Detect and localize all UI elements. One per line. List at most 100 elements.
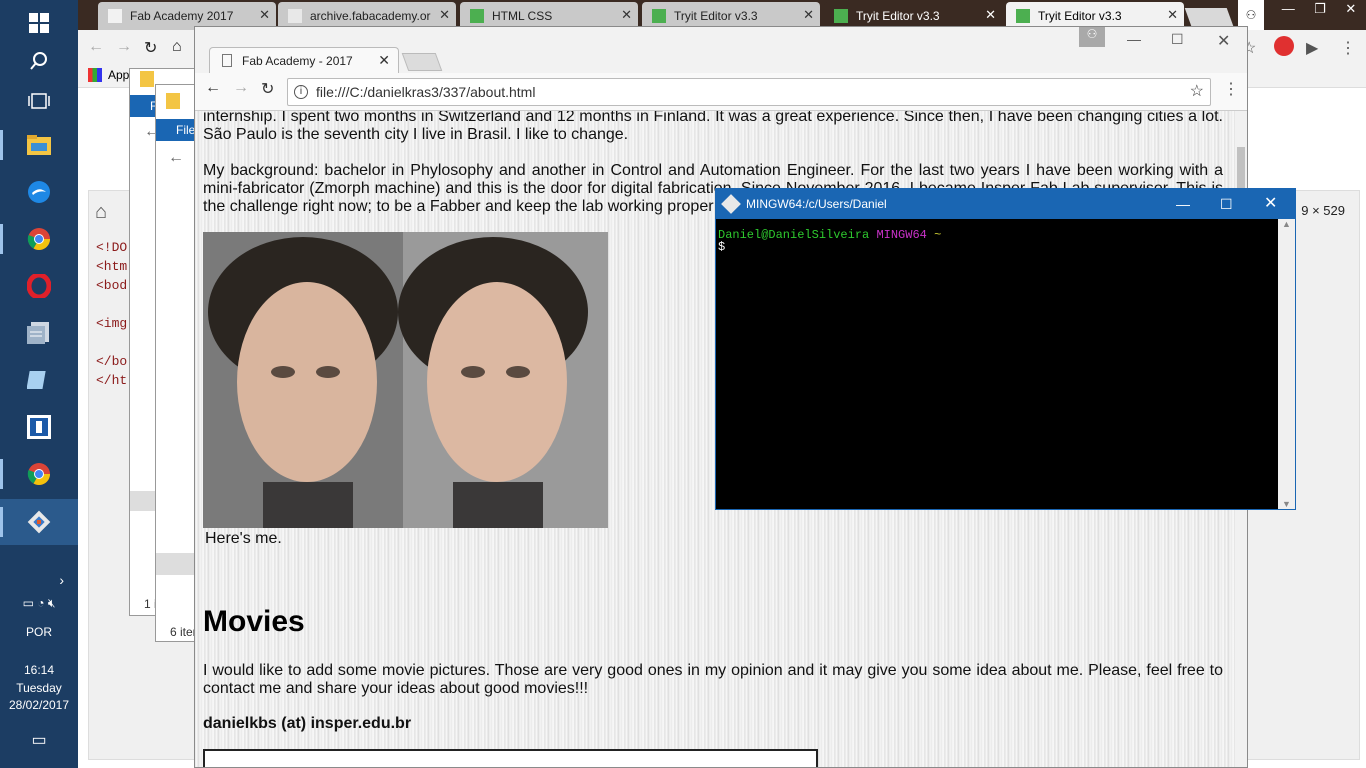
windows-icon	[29, 13, 49, 33]
task-view-button[interactable]	[0, 78, 78, 124]
terminal-output[interactable]: Daniel@DanielSilveira MINGW64 ~ $	[718, 229, 941, 253]
language-indicator[interactable]: POR	[0, 625, 78, 639]
git-window-title: MINGW64:/c/Users/Daniel	[746, 197, 887, 211]
volume-icon[interactable]: 🔇︎	[48, 596, 56, 610]
clock-date[interactable]: 28/02/2017	[0, 698, 78, 712]
extension-badge-icon[interactable]	[1274, 36, 1294, 56]
folder-icon	[166, 93, 180, 109]
contact-email: danielkbs (at) insper.edu.br	[203, 715, 412, 732]
intro-paragraph: internship. I spent two months in Switze…	[203, 111, 1223, 143]
forward-arrow-icon[interactable]: →	[116, 38, 132, 56]
front-toolbar: ← → ↻ i file:///C:/danielkras3/337/about…	[195, 73, 1247, 111]
taskbar-app-stack[interactable]	[0, 310, 78, 356]
close-tab-icon[interactable]: ✕	[259, 7, 270, 23]
maximize-icon[interactable]: ☐	[1171, 31, 1184, 48]
code-line: <htm	[96, 259, 128, 274]
close-tab-icon[interactable]: ✕	[1167, 7, 1178, 23]
git-bash-window[interactable]: MINGW64:/c/Users/Daniel — ☐ ✕ Daniel@Dan…	[715, 188, 1296, 510]
w3schools-icon	[470, 9, 484, 23]
new-tab-button[interactable]	[1184, 8, 1234, 26]
maximize-icon[interactable]: ☐	[1220, 189, 1233, 219]
apps-grid-icon[interactable]	[88, 68, 102, 82]
home-icon[interactable]: ⌂	[172, 38, 182, 56]
profile-photo	[203, 232, 608, 528]
menu-icon[interactable]: ⋮	[1340, 38, 1356, 58]
bracket-app-icon	[27, 415, 51, 439]
battery-icon[interactable]: ▭	[23, 596, 34, 610]
taskbar-chrome-2[interactable]	[0, 451, 78, 497]
code-editor-lines: <!DO <htm <bod <img </bo </ht	[96, 238, 127, 390]
page-icon	[288, 9, 302, 23]
menu-icon[interactable]: ⋮	[1223, 79, 1239, 99]
close-tab-icon[interactable]: ✕	[803, 7, 814, 23]
tray-icons[interactable]: ▭ ◔ 🔇︎	[0, 596, 78, 611]
taskbar: › ▭ ◔ 🔇︎ POR 16:14 Tuesday 28/02/2017 ▭	[0, 0, 78, 768]
scroll-up-icon[interactable]: ▲	[1282, 219, 1291, 229]
code-line: <!DO	[96, 240, 128, 255]
profile-icon[interactable]: ⚇	[1079, 27, 1105, 47]
reload-icon[interactable]: ↻	[144, 38, 157, 58]
taskbar-chrome[interactable]	[0, 216, 78, 262]
minimize-icon[interactable]: —	[1282, 0, 1295, 30]
git-icon	[721, 194, 741, 214]
taskbar-git-bash[interactable]	[0, 499, 78, 545]
explorer-window-front[interactable]: File ← 6 iter	[155, 84, 200, 642]
taskbar-file-explorer[interactable]	[0, 122, 78, 168]
apps-label[interactable]: App	[108, 68, 129, 82]
scroll-down-icon[interactable]: ▼	[1282, 499, 1291, 509]
url-text: file:///C:/danielkras3/337/about.html	[316, 84, 536, 100]
notification-center-icon[interactable]: ▭	[0, 730, 78, 750]
terminal-scrollbar[interactable]: ▲ ▼	[1278, 219, 1295, 509]
taskbar-edge-app[interactable]	[0, 169, 78, 215]
reload-icon[interactable]: ↻	[261, 79, 274, 99]
minimize-icon[interactable]: —	[1176, 189, 1190, 219]
wifi-icon[interactable]: ◔	[37, 596, 44, 610]
front-tab-active[interactable]: Fab Academy - 2017 ✕	[209, 47, 399, 73]
close-tab-icon[interactable]: ✕	[985, 7, 996, 23]
new-tab-button[interactable]	[401, 53, 443, 71]
w3schools-icon	[652, 9, 666, 23]
back-window-controls: — ❐ ✕	[1272, 0, 1366, 30]
chrome-icon	[27, 228, 50, 250]
home-icon[interactable]: ⌂	[95, 201, 107, 224]
code-line: <bod	[96, 278, 128, 293]
documents-icon	[27, 322, 49, 344]
code-line: <img	[96, 316, 128, 331]
prompt-path: ~	[934, 228, 942, 242]
play-extension-icon[interactable]: ▶	[1306, 38, 1318, 58]
taskbar-store[interactable]	[0, 404, 78, 450]
taskbar-notepad[interactable]	[0, 357, 78, 403]
back-arrow-icon[interactable]: ←	[88, 38, 104, 56]
address-bar[interactable]: i file:///C:/danielkras3/337/about.html …	[287, 78, 1211, 106]
git-title-bar[interactable]: MINGW64:/c/Users/Daniel — ☐ ✕	[716, 189, 1295, 219]
front-tab-bar: Fab Academy - 2017 ✕ ⚇ — ☐ ✕	[195, 27, 1247, 73]
page-icon	[222, 54, 232, 67]
close-icon[interactable]: ✕	[1217, 31, 1230, 51]
taskbar-opera[interactable]	[0, 263, 78, 309]
notepad-icon	[27, 371, 46, 389]
restore-icon[interactable]: ❐	[1314, 0, 1326, 30]
close-tab-icon[interactable]: ✕	[439, 7, 450, 23]
close-tab-icon[interactable]: ✕	[621, 7, 632, 23]
clock-time[interactable]: 16:14	[0, 663, 78, 677]
bookmark-star-icon[interactable]: ☆	[1190, 79, 1204, 105]
size-readout: 9 × 529	[1301, 203, 1345, 218]
movies-paragraph: I would like to add some movie pictures.…	[203, 662, 1223, 697]
show-hidden-icons[interactable]: ›	[0, 572, 78, 588]
close-tab-icon[interactable]: ✕	[378, 52, 390, 69]
close-icon[interactable]: ✕	[1345, 0, 1356, 30]
item-count: 6 iter	[170, 625, 197, 639]
clock-day[interactable]: Tuesday	[0, 681, 78, 695]
tab-title: Fab Academy - 2017	[242, 53, 353, 68]
folder-icon	[140, 71, 154, 87]
info-icon[interactable]: i	[294, 85, 308, 99]
forward-arrow-icon[interactable]: →	[233, 79, 249, 97]
close-icon[interactable]: ✕	[1264, 189, 1277, 219]
back-arrow-icon[interactable]: ←	[205, 79, 221, 97]
content-box	[203, 749, 818, 767]
minimize-icon[interactable]: —	[1127, 31, 1141, 47]
prompt-symbol: $	[718, 240, 726, 254]
back-arrow-icon[interactable]: ←	[168, 149, 184, 167]
